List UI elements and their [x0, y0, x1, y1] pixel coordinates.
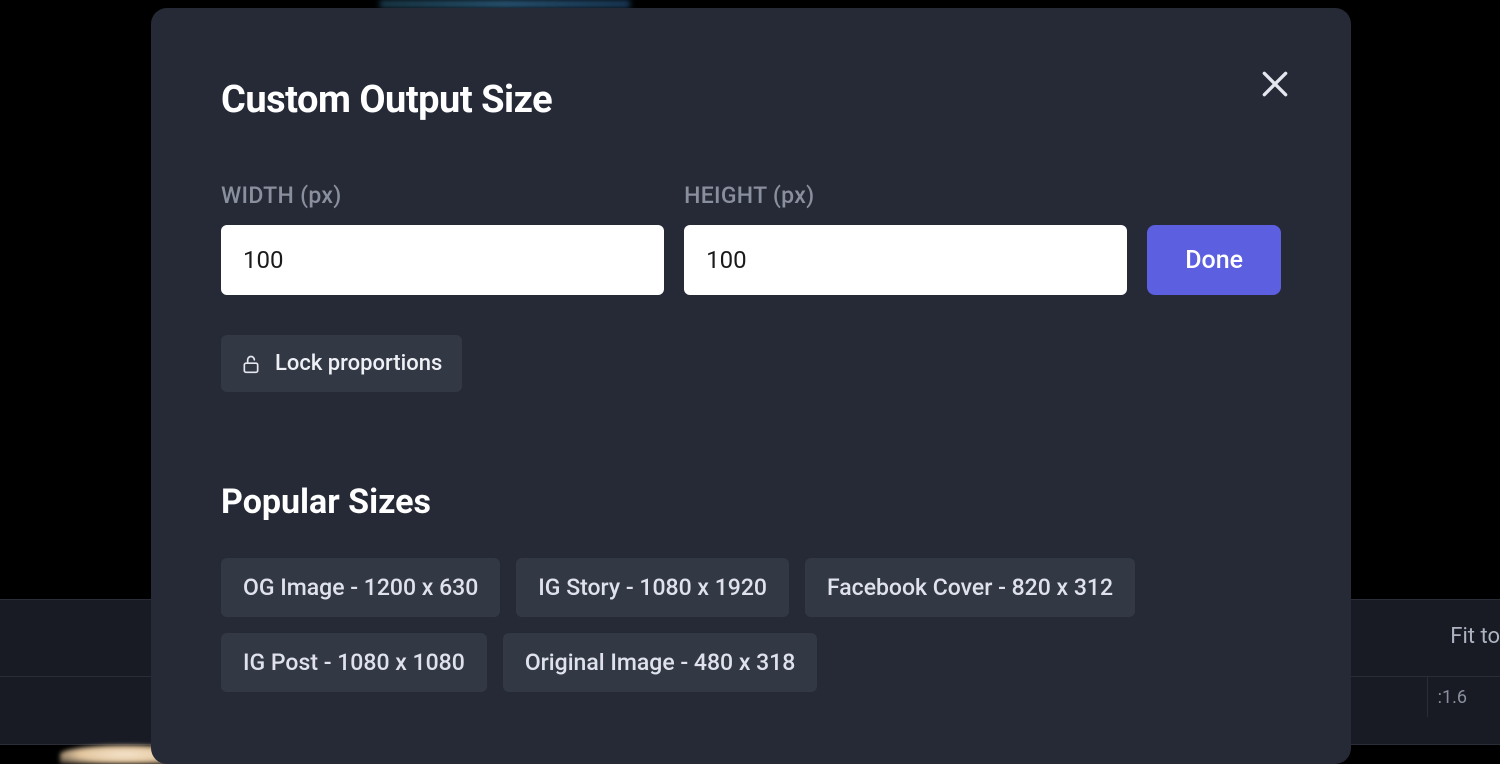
- close-button[interactable]: [1255, 64, 1295, 104]
- lock-proportions-label: Lock proportions: [275, 351, 442, 376]
- popular-sizes-row: OG Image - 1200 x 630 IG Story - 1080 x …: [221, 558, 1281, 692]
- modal-title: Custom Output Size: [221, 78, 1281, 122]
- size-preset-ig-story[interactable]: IG Story - 1080 x 1920: [516, 558, 789, 617]
- size-preset-facebook-cover[interactable]: Facebook Cover - 820 x 312: [805, 558, 1135, 617]
- height-input[interactable]: [684, 225, 1127, 295]
- custom-output-size-modal: Custom Output Size WIDTH (px) HEIGHT (px…: [151, 8, 1351, 764]
- height-label: HEIGHT (px): [684, 182, 1127, 209]
- popular-sizes-title: Popular Sizes: [221, 482, 1281, 522]
- dimensions-row: WIDTH (px) HEIGHT (px) Done: [221, 182, 1281, 295]
- size-preset-og-image[interactable]: OG Image - 1200 x 630: [221, 558, 500, 617]
- done-button[interactable]: Done: [1147, 225, 1281, 295]
- background-blur-strip: [380, 0, 630, 8]
- fit-to-label: Fit to: [1450, 624, 1500, 649]
- lock-proportions-button[interactable]: Lock proportions: [221, 335, 462, 392]
- width-input[interactable]: [221, 225, 664, 295]
- width-label: WIDTH (px): [221, 182, 664, 209]
- height-group: HEIGHT (px): [684, 182, 1127, 295]
- ratio-label: :1.6: [1427, 677, 1467, 717]
- width-group: WIDTH (px): [221, 182, 664, 295]
- lock-open-icon: [241, 352, 261, 376]
- size-preset-ig-post[interactable]: IG Post - 1080 x 1080: [221, 633, 487, 692]
- size-preset-original-image[interactable]: Original Image - 480 x 318: [503, 633, 818, 692]
- close-icon: [1259, 68, 1291, 100]
